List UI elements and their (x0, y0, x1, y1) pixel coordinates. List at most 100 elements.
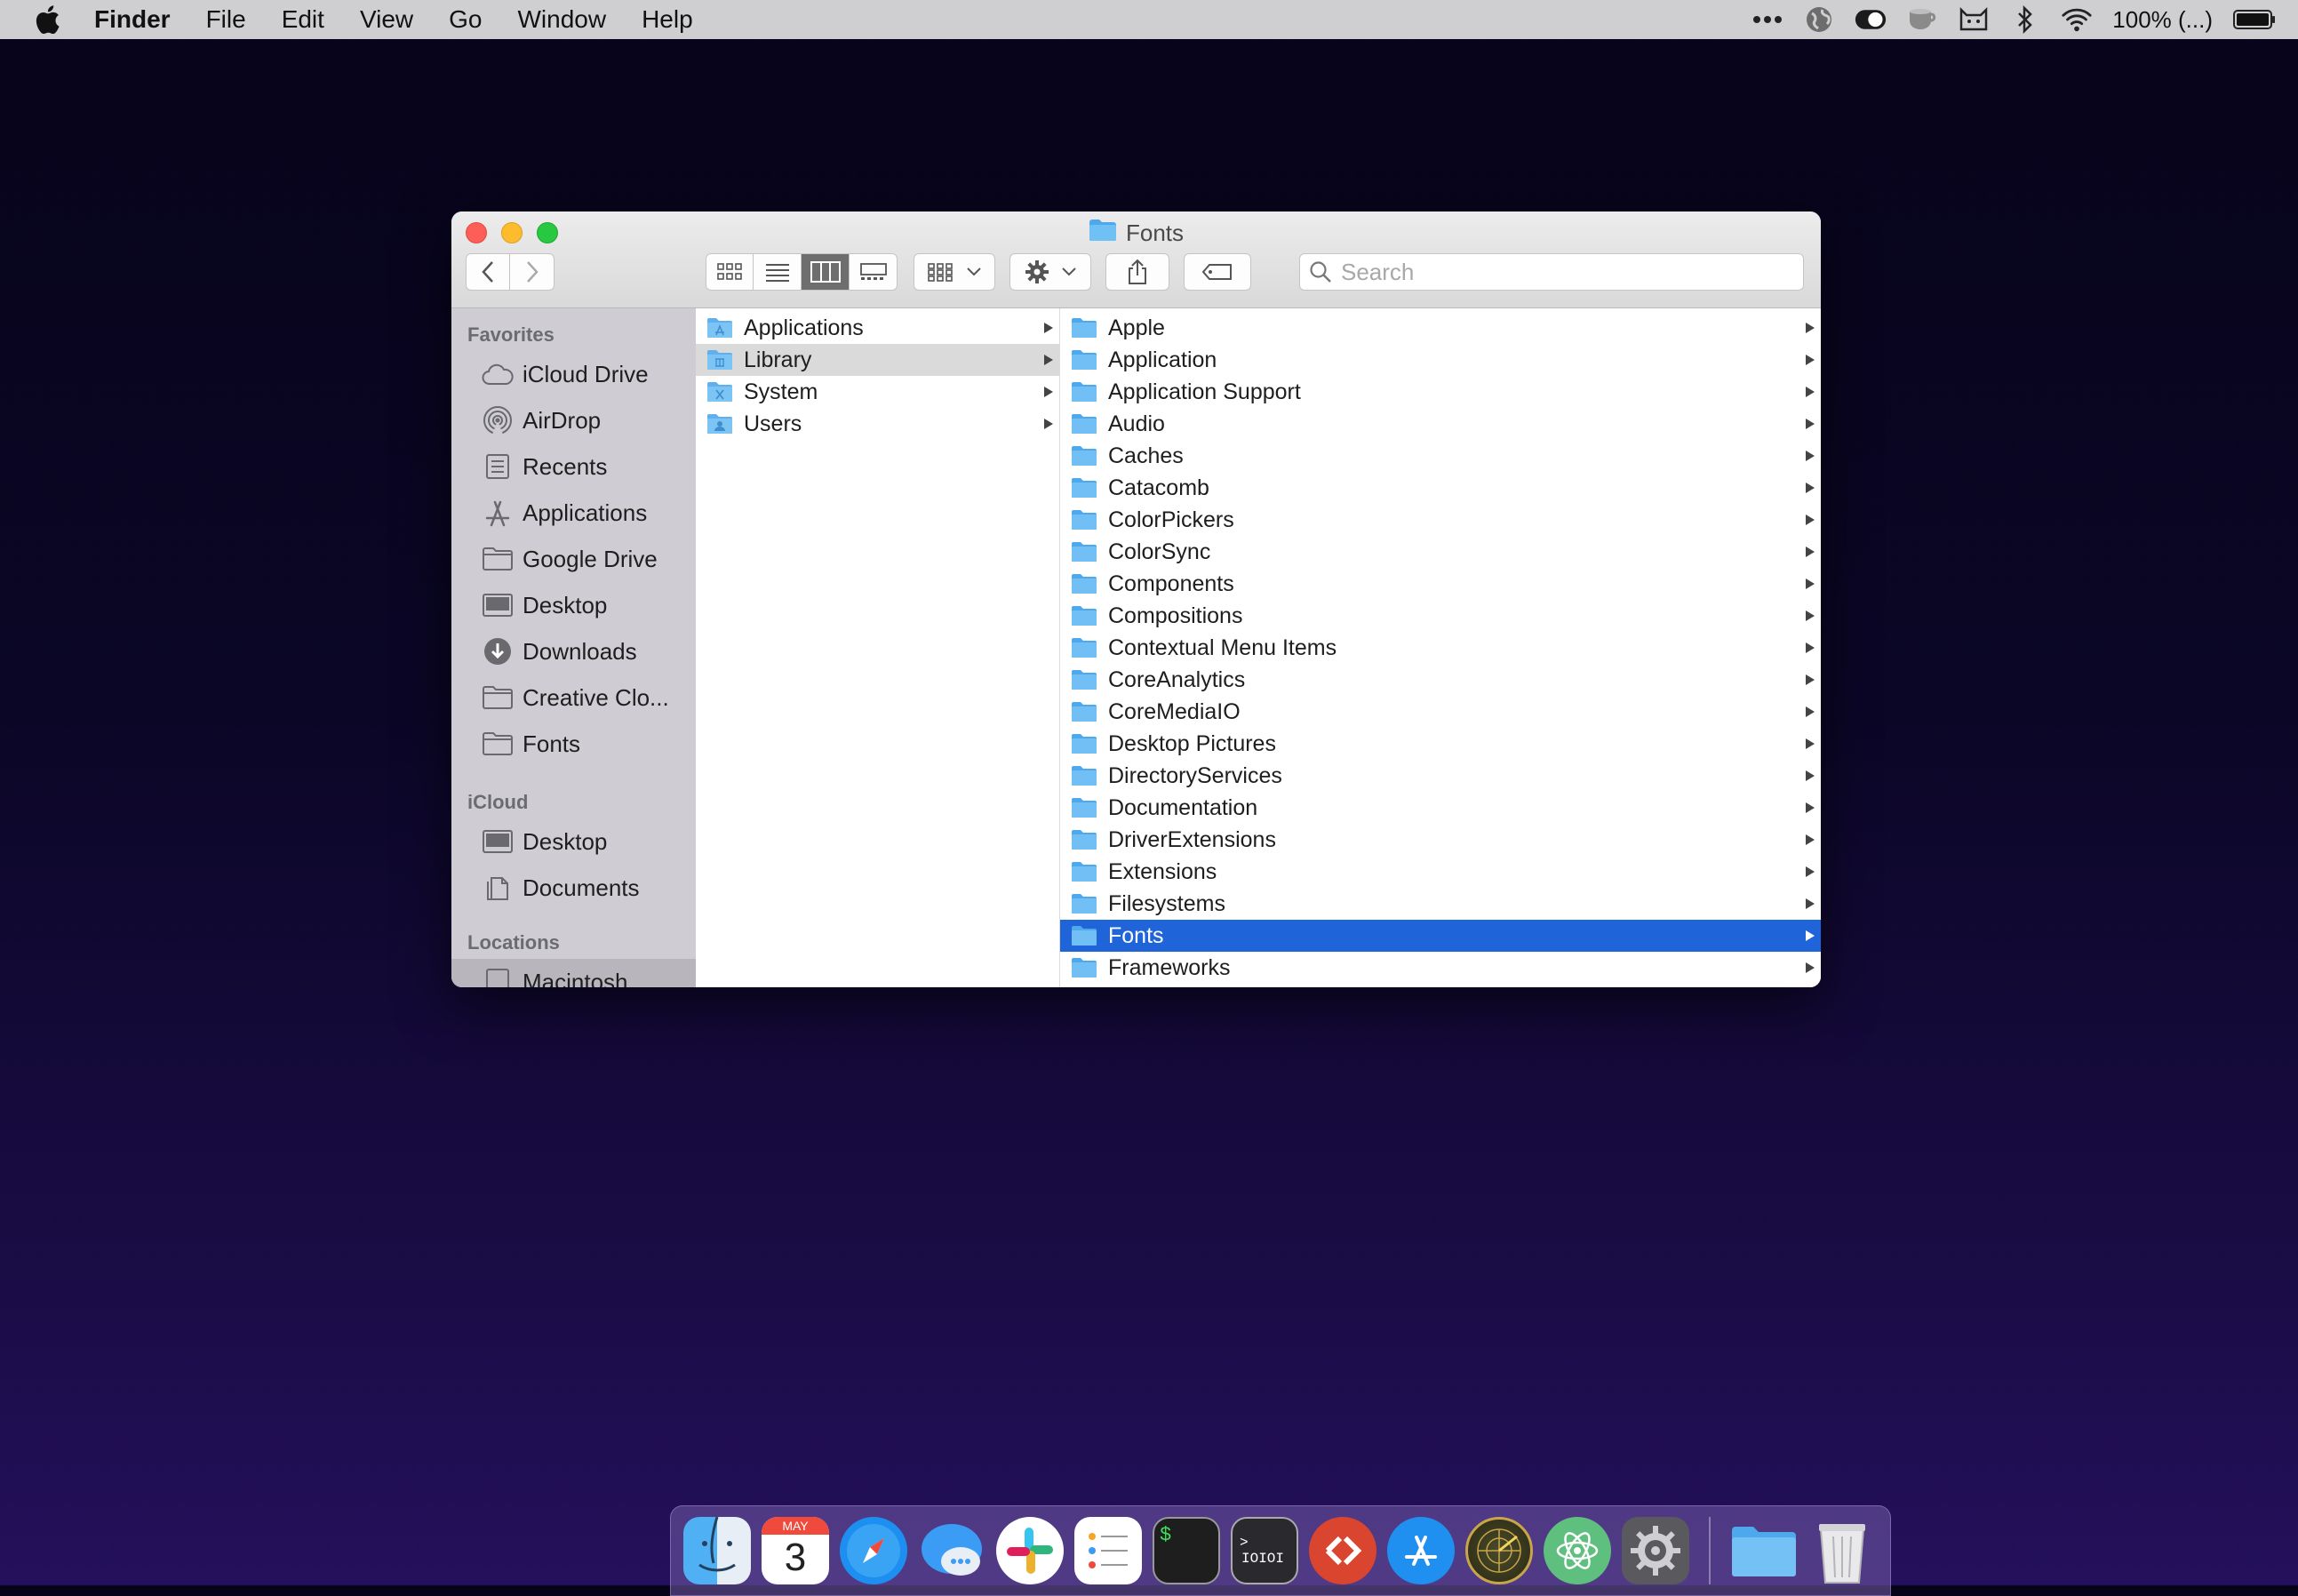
forward-button[interactable] (510, 253, 555, 291)
folder-icon (1071, 956, 1099, 979)
icon-view-button[interactable] (706, 253, 754, 291)
column-row-contextual-menu-items[interactable]: Contextual Menu Items (1060, 632, 1821, 664)
system-preferences-icon[interactable] (1622, 1517, 1689, 1584)
users-folder-icon (706, 412, 735, 435)
trash-icon[interactable] (1808, 1517, 1876, 1584)
action-menu-button[interactable] (1009, 253, 1091, 291)
sidebar-item-recents[interactable]: Recents (451, 443, 696, 490)
sidebar-item-label: Macintosh (523, 968, 628, 988)
column-row-audio[interactable]: Audio (1060, 408, 1821, 440)
battery-icon[interactable] (2232, 4, 2277, 36)
folder-icon (1071, 604, 1099, 627)
list-view-button[interactable] (754, 253, 802, 291)
column-row-application[interactable]: Application (1060, 344, 1821, 376)
column-row-catacomb[interactable]: Catacomb (1060, 472, 1821, 504)
column-row-system[interactable]: System (696, 376, 1059, 408)
search-field[interactable] (1299, 253, 1804, 291)
calendar-icon[interactable]: MAY 3 (762, 1517, 829, 1584)
folder-icon (1071, 924, 1099, 947)
column-row-application-support[interactable]: Application Support (1060, 376, 1821, 408)
sidebar-item-google-drive[interactable]: Google Drive (451, 536, 696, 582)
sidebar-item-icloud-desktop[interactable]: Desktop (451, 818, 696, 865)
messages-icon[interactable] (918, 1517, 985, 1584)
sidebar-item-label: Documents (523, 874, 640, 901)
folder-icon[interactable] (1730, 1517, 1798, 1584)
sidebar-item-desktop[interactable]: Desktop (451, 582, 696, 628)
column-row-colorpickers[interactable]: ColorPickers (1060, 504, 1821, 536)
column-row-frameworks[interactable]: Frameworks (1060, 952, 1821, 984)
sidebar-item-fonts[interactable]: Fonts (451, 721, 696, 767)
safari-icon[interactable] (840, 1517, 907, 1584)
folder-icon (1071, 508, 1099, 531)
folder-icon (1071, 380, 1099, 403)
column-view-button[interactable] (802, 253, 850, 291)
app-store-icon[interactable] (1387, 1517, 1455, 1584)
column-row-documentation[interactable]: Documentation (1060, 792, 1821, 824)
wifi-icon[interactable] (2061, 4, 2093, 36)
column-row-components[interactable]: Components (1060, 568, 1821, 600)
column-row-desktop-pictures[interactable]: Desktop Pictures (1060, 728, 1821, 760)
menu-finder[interactable]: Finder (94, 5, 171, 34)
column-row-filesystems[interactable]: Filesystems (1060, 888, 1821, 920)
column-row-caches[interactable]: Caches (1060, 440, 1821, 472)
menu-window[interactable]: Window (517, 5, 606, 34)
columns-icon (810, 261, 841, 283)
radar-icon[interactable] (1465, 1517, 1533, 1584)
column-row-coreanalytics[interactable]: CoreAnalytics (1060, 664, 1821, 696)
back-button[interactable] (466, 253, 510, 291)
menu-edit[interactable]: Edit (282, 5, 324, 34)
atom-icon[interactable] (1544, 1517, 1611, 1584)
sidebar-item-label: Creative Clo... (523, 683, 669, 711)
share-button[interactable] (1105, 253, 1169, 291)
recents-icon (482, 451, 514, 483)
cat-icon[interactable] (1958, 4, 1990, 36)
disclosure-arrow-icon (1805, 664, 1815, 696)
reminders-icon[interactable] (1074, 1517, 1142, 1584)
column-row-apple[interactable]: Apple (1060, 312, 1821, 344)
search-input[interactable] (1339, 257, 1787, 287)
tags-button[interactable] (1184, 253, 1251, 291)
column-row-library[interactable]: Library (696, 344, 1059, 376)
group-by-button[interactable] (914, 253, 995, 291)
sidebar-item-airdrop[interactable]: AirDrop (451, 397, 696, 443)
column-row-colorsync[interactable]: ColorSync (1060, 536, 1821, 568)
column-row-compositions[interactable]: Compositions (1060, 600, 1821, 632)
column-row-fonts[interactable]: Fonts (1060, 920, 1821, 952)
battery-percentage[interactable]: 100% (...) (2112, 6, 2213, 34)
console-icon[interactable]: > IOIOI (1231, 1517, 1298, 1584)
column-row-directoryservices[interactable]: DirectoryServices (1060, 760, 1821, 792)
sidebar-item-downloads[interactable]: Downloads (451, 628, 696, 674)
column-row-coremediaio[interactable]: CoreMediaIO (1060, 696, 1821, 728)
dark-mode-toggle-icon[interactable] (1855, 4, 1887, 36)
menu-help[interactable]: Help (642, 5, 693, 34)
finder-icon[interactable] (683, 1517, 751, 1584)
dock-divider (1709, 1517, 1711, 1584)
terminal-icon[interactable]: $ (1153, 1517, 1220, 1584)
sidebar-item-icloud-documents[interactable]: Documents (451, 865, 696, 911)
column-row-applications[interactable]: Applications (696, 312, 1059, 344)
menu-go[interactable]: Go (449, 5, 482, 34)
sidebar-locations-header: Locations (467, 931, 560, 954)
menu-view[interactable]: View (360, 5, 413, 34)
disclosure-arrow-icon (1805, 888, 1815, 920)
column-row-users[interactable]: Users (696, 408, 1059, 440)
apple-menu-icon[interactable] (34, 4, 69, 35)
row-label: Frameworks (1108, 954, 1231, 980)
menu-file[interactable]: File (206, 5, 246, 34)
globe-icon[interactable] (1803, 4, 1835, 36)
sidebar-item-creative-cloud[interactable]: Creative Clo... (451, 674, 696, 721)
gallery-view-button[interactable] (850, 253, 898, 291)
sidebar-item-icloud-drive[interactable]: iCloud Drive (451, 351, 696, 397)
column-row-extensions[interactable]: Extensions (1060, 856, 1821, 888)
bluetooth-icon[interactable] (2009, 4, 2041, 36)
sidebar-item-applications[interactable]: Applications (451, 490, 696, 536)
search-icon (1310, 261, 1331, 283)
column-row-driverextensions[interactable]: DriverExtensions (1060, 824, 1821, 856)
sidebar-item-label: Applications (523, 499, 648, 526)
sidebar-item-macintosh[interactable]: Macintosh (451, 959, 696, 987)
remote-desktop-icon[interactable] (1309, 1517, 1376, 1584)
slack-icon[interactable] (996, 1517, 1064, 1584)
sidebar-item-label: Desktop (523, 827, 608, 855)
more-dots-icon[interactable] (1751, 4, 1783, 36)
coffee-icon[interactable] (1906, 4, 1938, 36)
